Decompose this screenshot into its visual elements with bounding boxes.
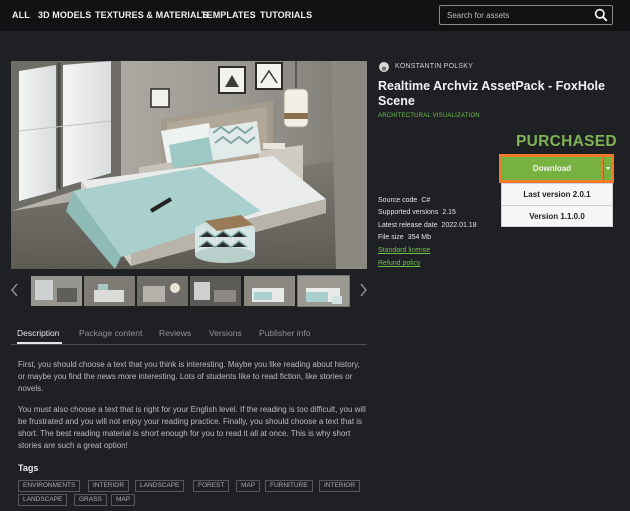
tag-item[interactable]: MAP bbox=[236, 480, 261, 492]
version-dropdown-menu: Last version 2.0.1 Version 1.1.0.0 bbox=[501, 183, 613, 227]
tab-reviews[interactable]: Reviews bbox=[159, 328, 191, 338]
version-option-latest[interactable]: Last version 2.0.1 bbox=[502, 184, 612, 205]
tag-item[interactable]: FOREST bbox=[193, 480, 230, 492]
standard-license-link[interactable]: Standard license bbox=[378, 247, 430, 254]
nav-item-3d-models[interactable]: 3D MODELS bbox=[38, 10, 91, 20]
caret-down-icon bbox=[606, 167, 610, 170]
description-paragraph-1: First, you should choose a text that you… bbox=[18, 360, 360, 393]
nav-item-all[interactable]: ALL bbox=[12, 10, 30, 20]
tab-publisher-info[interactable]: Publisher info bbox=[259, 328, 311, 338]
thumbnail-1[interactable] bbox=[31, 276, 82, 306]
tag-item[interactable]: ENVIRONMENTS bbox=[18, 480, 81, 492]
tag-item[interactable]: LANDSCAPE bbox=[18, 494, 68, 506]
thumbnail-2[interactable] bbox=[84, 276, 135, 306]
download-button-group: Download bbox=[499, 154, 614, 183]
thumbnail-5[interactable] bbox=[244, 276, 295, 306]
tag-item[interactable]: GRASS bbox=[74, 494, 107, 506]
tab-description[interactable]: Description bbox=[17, 328, 60, 338]
author-avatar[interactable] bbox=[379, 62, 389, 72]
thumbnail-4[interactable] bbox=[190, 276, 241, 306]
search-box bbox=[439, 5, 613, 25]
tag-item[interactable]: LANDSCAPE bbox=[135, 480, 185, 492]
search-input[interactable] bbox=[440, 6, 590, 24]
top-nav: ALL 3D MODELS TEXTURES & MATERIALS TEMPL… bbox=[0, 0, 630, 31]
description-paragraph-2: You must also choose a text that is righ… bbox=[18, 405, 366, 450]
nav-item-templates[interactable]: TEMPLATES bbox=[201, 10, 256, 20]
tab-package-content[interactable]: Package content bbox=[79, 328, 142, 338]
tag-item[interactable]: INTERIOR bbox=[319, 480, 361, 492]
thumbnail-3[interactable] bbox=[137, 276, 188, 306]
meta-file-size: File size 354 Mb bbox=[378, 234, 432, 241]
search-icon[interactable] bbox=[594, 8, 608, 22]
nav-item-textures-materials[interactable]: TEXTURES & MATERIALS bbox=[95, 10, 208, 20]
tab-versions[interactable]: Versions bbox=[209, 328, 242, 338]
product-tabs: Description Package content Reviews Vers… bbox=[11, 325, 367, 345]
thumbs-next-arrow[interactable] bbox=[358, 282, 368, 298]
meta-release-date: Latest release date 2022.01.18 bbox=[378, 222, 477, 229]
product-hero-image[interactable] bbox=[11, 61, 367, 269]
tag-item[interactable]: INTERIOR bbox=[88, 480, 130, 492]
thumbs-prev-arrow[interactable] bbox=[10, 282, 20, 298]
meta-supported-versions: Supported versions 2.15 bbox=[378, 209, 456, 216]
thumbnail-6[interactable] bbox=[297, 275, 350, 307]
download-button[interactable]: Download bbox=[502, 157, 602, 180]
purchased-status: PURCHASED bbox=[516, 133, 617, 150]
tag-item[interactable]: MAP bbox=[111, 494, 136, 506]
meta-source-code: Source code C# bbox=[378, 197, 431, 204]
product-title: Realtime Archviz AssetPack - FoxHole Sce… bbox=[378, 79, 605, 108]
active-tab-indicator bbox=[17, 342, 62, 344]
version-option-1-1-0-0[interactable]: Version 1.1.0.0 bbox=[502, 205, 612, 226]
refund-policy-link[interactable]: Refund policy bbox=[378, 260, 420, 267]
download-dropdown-toggle[interactable] bbox=[603, 157, 612, 180]
nav-item-tutorials[interactable]: TUTORIALS bbox=[260, 10, 312, 20]
tags-heading: Tags bbox=[18, 463, 39, 473]
author-name[interactable]: KONSTANTIN POLSKY bbox=[395, 63, 473, 70]
tag-item[interactable]: FURNITURE bbox=[265, 480, 313, 492]
product-category[interactable]: ARCHITECTURAL VISUALIZATION bbox=[378, 113, 480, 119]
